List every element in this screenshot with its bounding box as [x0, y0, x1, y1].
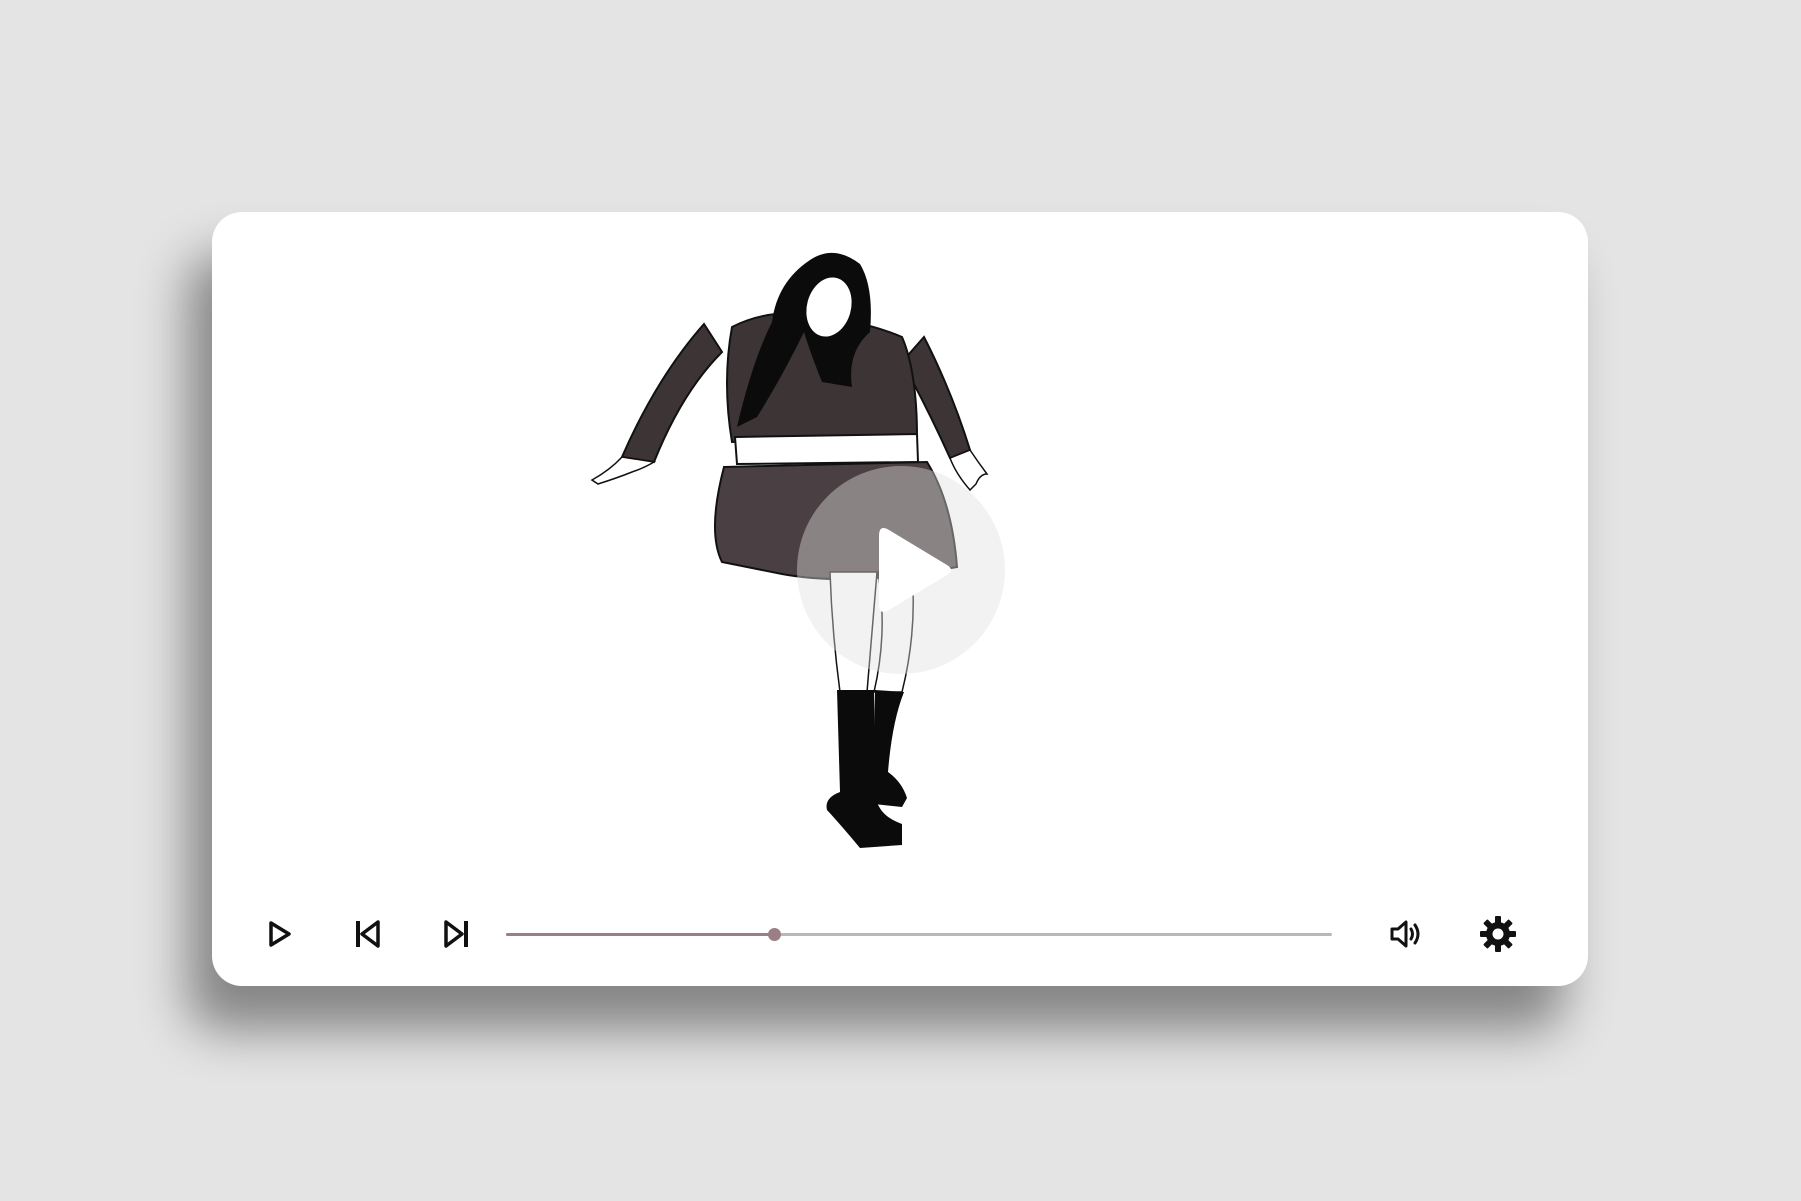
- settings-button[interactable]: [1478, 914, 1518, 954]
- skip-previous-icon: [356, 920, 380, 948]
- skip-next-icon: [444, 920, 468, 948]
- volume-icon: [1390, 920, 1420, 948]
- video-area[interactable]: [212, 212, 1588, 892]
- control-bar: [212, 892, 1588, 986]
- gear-icon: [1480, 916, 1516, 952]
- progress-handle[interactable]: [768, 928, 782, 941]
- next-button[interactable]: [436, 914, 476, 954]
- previous-button[interactable]: [348, 914, 388, 954]
- play-button[interactable]: [258, 914, 298, 954]
- progress-bar[interactable]: [506, 922, 1332, 946]
- big-play-button[interactable]: [797, 466, 1005, 674]
- progress-played: [506, 933, 775, 936]
- play-icon: [269, 921, 291, 947]
- play-icon: [879, 528, 951, 612]
- video-player: [212, 212, 1588, 986]
- volume-button[interactable]: [1386, 914, 1426, 954]
